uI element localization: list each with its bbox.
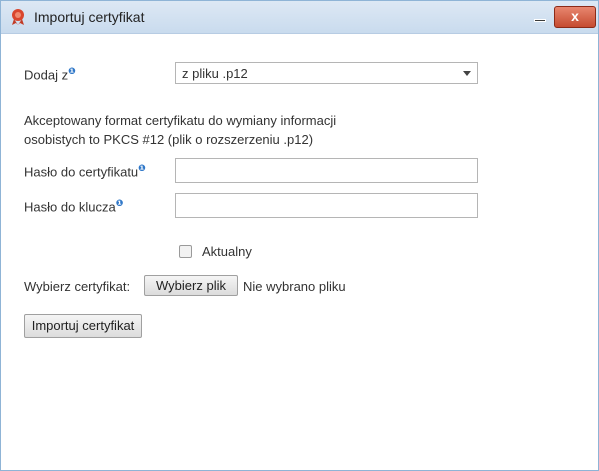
key-password-field[interactable] bbox=[175, 193, 478, 218]
chevron-down-icon bbox=[463, 71, 471, 76]
current-checkbox[interactable] bbox=[179, 245, 192, 258]
cert-password-field[interactable] bbox=[175, 158, 478, 183]
source-select[interactable]: z pliku .p12 bbox=[175, 62, 478, 84]
key-password-label-text: Hasło do klucza bbox=[24, 199, 116, 215]
description-line-1: Akceptowany format certyfikatu do wymian… bbox=[24, 113, 337, 128]
source-label-text: Dodaj z bbox=[24, 67, 69, 83]
source-select-value: z pliku .p12 bbox=[182, 66, 248, 81]
source-label: Dodaj z❶ bbox=[24, 66, 76, 82]
cert-password-label-text: Hasło do certyfikatu bbox=[24, 164, 139, 180]
choose-file-button[interactable]: Wybierz plik bbox=[144, 275, 238, 296]
info-icon[interactable]: ❶ bbox=[68, 66, 76, 76]
current-checkbox-label: Aktualny bbox=[202, 244, 252, 259]
certificate-seal-icon bbox=[9, 8, 27, 26]
info-icon[interactable]: ❶ bbox=[116, 198, 124, 208]
choose-cert-label: Wybierz certyfikat: bbox=[24, 279, 131, 294]
description-line-2: osobistych to PKCS #12 (plik o rozszerze… bbox=[24, 132, 314, 147]
key-password-label: Hasło do klucza❶ bbox=[24, 198, 123, 214]
format-description: Akceptowany format certyfikatu do wymian… bbox=[24, 111, 384, 149]
import-certificate-button[interactable]: Importuj certyfikat bbox=[24, 314, 142, 338]
dialog-window: Importuj certyfikat x Dodaj z❶ z pliku .… bbox=[0, 0, 599, 471]
cert-password-label: Hasło do certyfikatu❶ bbox=[24, 163, 146, 179]
close-button[interactable]: x bbox=[554, 6, 596, 28]
info-icon[interactable]: ❶ bbox=[138, 163, 146, 173]
no-file-text: Nie wybrano pliku bbox=[243, 279, 346, 294]
window-title: Importuj certyfikat bbox=[34, 9, 145, 25]
title-bar[interactable]: Importuj certyfikat x bbox=[1, 1, 598, 34]
minimize-button[interactable] bbox=[528, 8, 552, 26]
